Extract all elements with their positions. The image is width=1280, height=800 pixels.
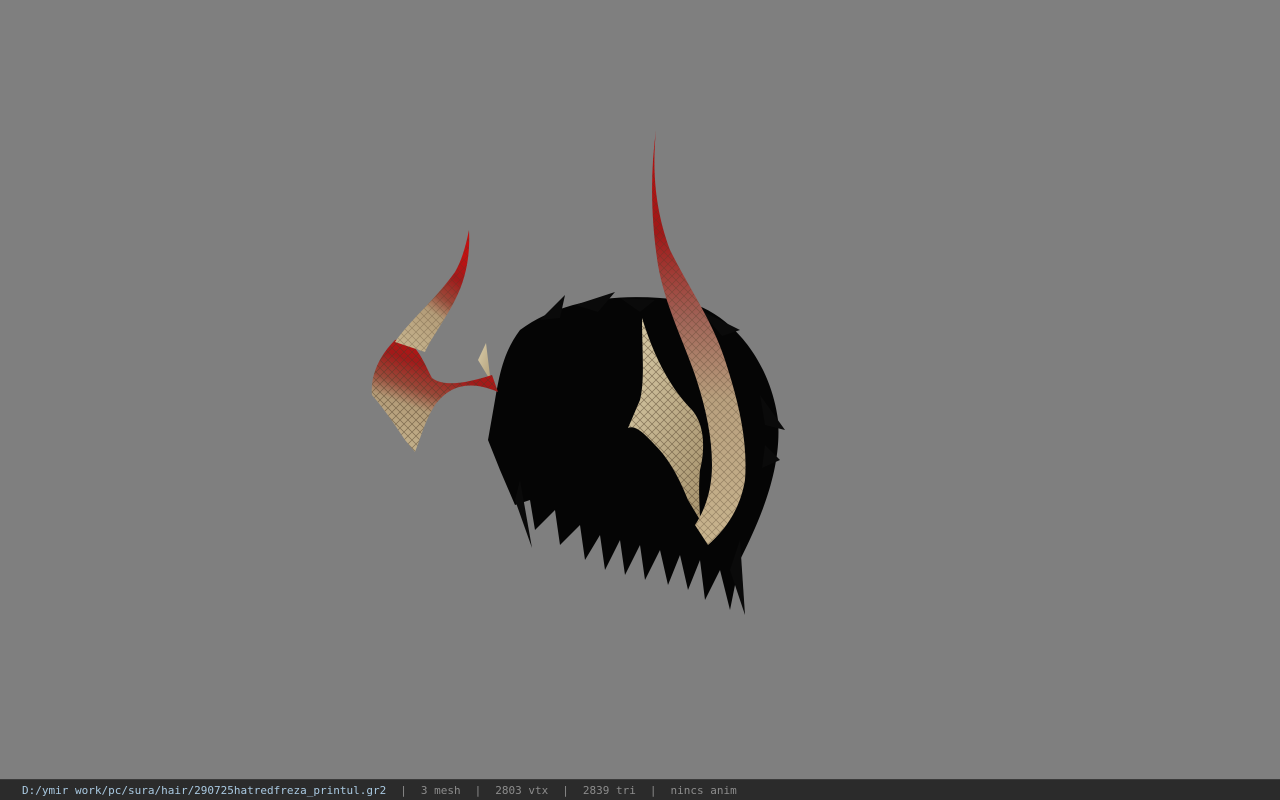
separator: | bbox=[474, 783, 482, 797]
separator: | bbox=[562, 783, 569, 797]
mesh-count: 3 mesh bbox=[420, 783, 461, 797]
vertex-count: 2803 vtx bbox=[495, 783, 549, 797]
3d-viewport[interactable] bbox=[0, 0, 1280, 779]
separator: | bbox=[400, 783, 407, 797]
file-path: D:/ymir work/pc/sura/hair/290725hatredfr… bbox=[22, 783, 387, 797]
triangle-count: 2839 tri bbox=[582, 783, 636, 797]
model-render bbox=[371, 130, 785, 615]
status-bar: D:/ymir work/pc/sura/hair/290725hatredfr… bbox=[0, 779, 1280, 800]
left-horn bbox=[371, 230, 498, 452]
separator: | bbox=[649, 783, 657, 797]
animation-status: nincs anim bbox=[670, 783, 737, 797]
